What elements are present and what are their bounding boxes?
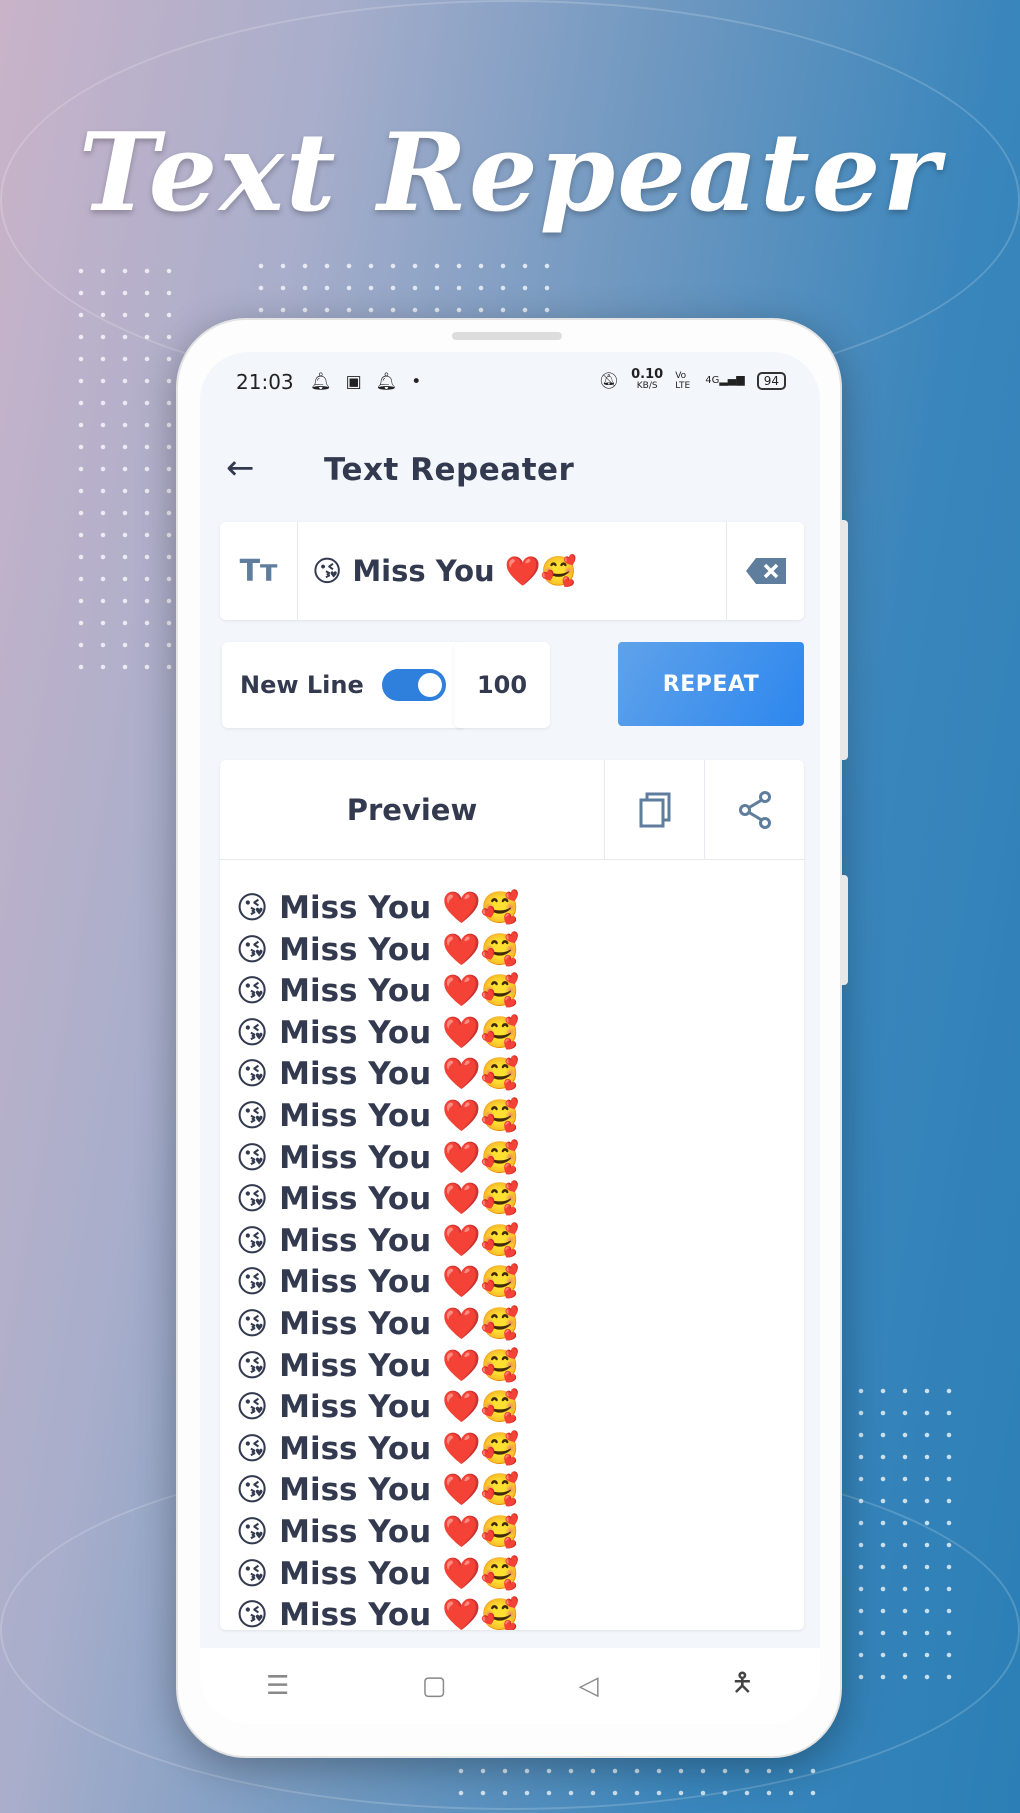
bell-icon: 🔔︎ xyxy=(375,372,398,392)
preview-line: 😘 Miss You ❤️🥰 xyxy=(236,890,520,926)
app-notification-icon: ▣ xyxy=(345,372,362,392)
promo-title: Text Repeater xyxy=(78,110,942,236)
background-dots xyxy=(850,1380,960,1680)
phone-speaker xyxy=(452,332,562,340)
back-triangle-icon[interactable]: ◁ xyxy=(579,1671,599,1701)
menu-icon[interactable]: ☰ xyxy=(266,1671,289,1701)
preview-line: 😘 Miss You ❤️🥰 xyxy=(236,1222,520,1259)
repeat-button[interactable]: REPEAT xyxy=(618,642,804,726)
phone-frame: 21:03 🔔︎ ▣ 🔔︎ • 🔕︎ 0.10 KB/S Vo LTE 4G▂▄▆ 94… xyxy=(176,318,848,1758)
preview-line: 😘 Miss You ❤️🥰 xyxy=(236,1305,520,1342)
background-dots xyxy=(450,1760,830,1800)
bell-icon: 🔔︎ xyxy=(310,372,332,392)
background-dots xyxy=(250,255,550,315)
text-input-row: Tт 😘 Miss You ❤️🥰 xyxy=(220,522,804,620)
text-input[interactable]: 😘 Miss You ❤️🥰 xyxy=(298,522,726,620)
preview-line: 😘 Miss You ❤️🥰 xyxy=(236,1513,520,1550)
power-button xyxy=(840,875,848,985)
new-line-toggle[interactable] xyxy=(381,669,446,701)
accessibility-icon[interactable]: 🯅 xyxy=(731,1664,754,1708)
preview-line: 😘 Miss You ❤️🥰 xyxy=(236,931,520,968)
home-square-icon[interactable]: ▢ xyxy=(422,1671,447,1701)
dot-icon: • xyxy=(411,372,422,392)
phone-screen: 21:03 🔔︎ ▣ 🔔︎ • 🔕︎ 0.10 KB/S Vo LTE 4G▂▄▆ 94… xyxy=(200,352,820,1724)
share-icon xyxy=(738,790,771,829)
copy-button[interactable] xyxy=(604,760,704,859)
app-bar: ← Text Repeater xyxy=(200,442,820,502)
preview-title: Preview xyxy=(346,792,478,827)
preview-card: Preview 😘 Miss You ❤️🥰 😘 Miss You ❤️🥰 😘 Mi… xyxy=(220,760,804,1630)
preview-line: 😘 Miss You ❤️🥰 xyxy=(236,1555,520,1592)
status-time: 21:03 xyxy=(236,370,294,394)
preview-line: 😘 Miss You ❤️🥰 xyxy=(236,1389,520,1426)
preview-line: 😘 Miss You ❤️🥰 xyxy=(236,1430,520,1467)
volume-button xyxy=(840,520,848,760)
preview-line: 😘 Miss You ❤️🥰 xyxy=(236,1347,520,1384)
copy-icon xyxy=(639,792,670,827)
preview-line: 😘 Miss You ❤️🥰 xyxy=(236,1472,520,1509)
arrow-left-icon[interactable]: ← xyxy=(226,448,255,488)
background-dots xyxy=(70,260,180,680)
backspace-icon xyxy=(745,558,786,584)
network-speed: 0.10 KB/S xyxy=(631,367,664,391)
battery-icon: 94 xyxy=(756,371,786,390)
system-nav-bar: ☰ ▢ ◁ 🯅 xyxy=(200,1648,820,1724)
status-bar: 21:03 🔔︎ ▣ 🔔︎ • 🔕︎ 0.10 KB/S Vo LTE 4G▂▄▆ 94 xyxy=(200,367,820,400)
preview-output[interactable]: 😘 Miss You ❤️🥰 😘 Miss You ❤️🥰 😘 Miss You ❤… xyxy=(220,860,804,1630)
text-size-icon: Tт xyxy=(220,522,298,620)
preview-line: 😘 Miss You ❤️🥰 xyxy=(236,1014,520,1051)
repeat-count-input[interactable]: 100 xyxy=(454,642,550,728)
preview-line: 😘 Miss You ❤️🥰 xyxy=(236,1264,520,1301)
volte-indicator: Vo LTE xyxy=(675,370,691,391)
share-button[interactable] xyxy=(704,760,804,859)
clear-text-button[interactable] xyxy=(726,522,804,620)
preview-line: 😘 Miss You ❤️🥰 xyxy=(236,1056,520,1093)
preview-line: 😘 Miss You ❤️🥰 xyxy=(236,1181,520,1218)
preview-line: 😘 Miss You ❤️🥰 xyxy=(236,1097,520,1134)
mute-icon: 🔕︎ xyxy=(598,370,620,390)
signal-icon: 4G▂▄▆ xyxy=(705,373,745,386)
new-line-label: New Line xyxy=(240,671,364,699)
preview-line: 😘 Miss You ❤️🥰 xyxy=(236,1597,520,1630)
page-title: Text Repeater xyxy=(324,452,575,488)
preview-line: 😘 Miss You ❤️🥰 xyxy=(236,1139,520,1176)
preview-line: 😘 Miss You ❤️🥰 xyxy=(236,973,520,1010)
new-line-option: New Line xyxy=(222,642,466,728)
